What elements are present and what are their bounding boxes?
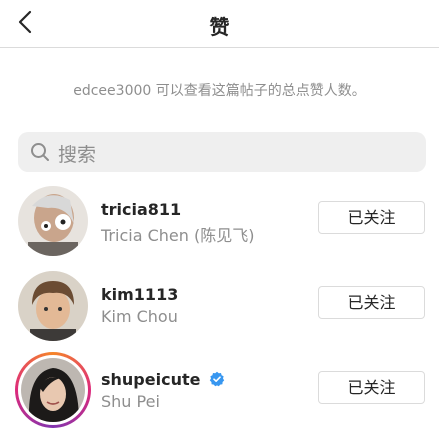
username[interactable]: shupeicute	[101, 370, 225, 389]
page-title: 赞	[209, 15, 230, 39]
full-name: Shu Pei	[101, 392, 160, 411]
following-button[interactable]: 已关注	[318, 201, 425, 234]
following-button[interactable]: 已关注	[318, 371, 425, 404]
username[interactable]: tricia811	[101, 200, 181, 219]
following-button[interactable]: 已关注	[318, 286, 425, 319]
likes-visibility-notice: edcee3000 可以查看这篇帖子的总点赞人数。	[73, 83, 366, 99]
avatar[interactable]	[18, 271, 88, 341]
username[interactable]: kim1113	[101, 285, 178, 304]
avatar-image	[21, 358, 85, 422]
full-name: Kim Chou	[101, 307, 178, 326]
search-placeholder: 搜索	[58, 144, 97, 166]
avatar[interactable]	[18, 186, 88, 256]
user-row[interactable]: kim1113 Kim Chou 已关注	[0, 261, 439, 347]
search-bar[interactable]: 搜索	[18, 132, 426, 172]
search-icon	[31, 143, 49, 161]
user-row[interactable]: tricia811 Tricia Chen (陈见飞) 已关注	[0, 176, 439, 262]
top-bar: 赞	[0, 0, 439, 48]
avatar-image	[18, 271, 88, 341]
user-row[interactable]: shupeicute Shu Pei 已关注	[0, 346, 439, 430]
verified-badge-icon	[209, 371, 225, 387]
avatar-story-ring[interactable]	[15, 352, 91, 428]
avatar-image	[18, 186, 88, 256]
full-name: Tricia Chen (陈见飞)	[101, 226, 255, 245]
avatar	[21, 358, 85, 422]
username-text: shupeicute	[101, 370, 201, 389]
